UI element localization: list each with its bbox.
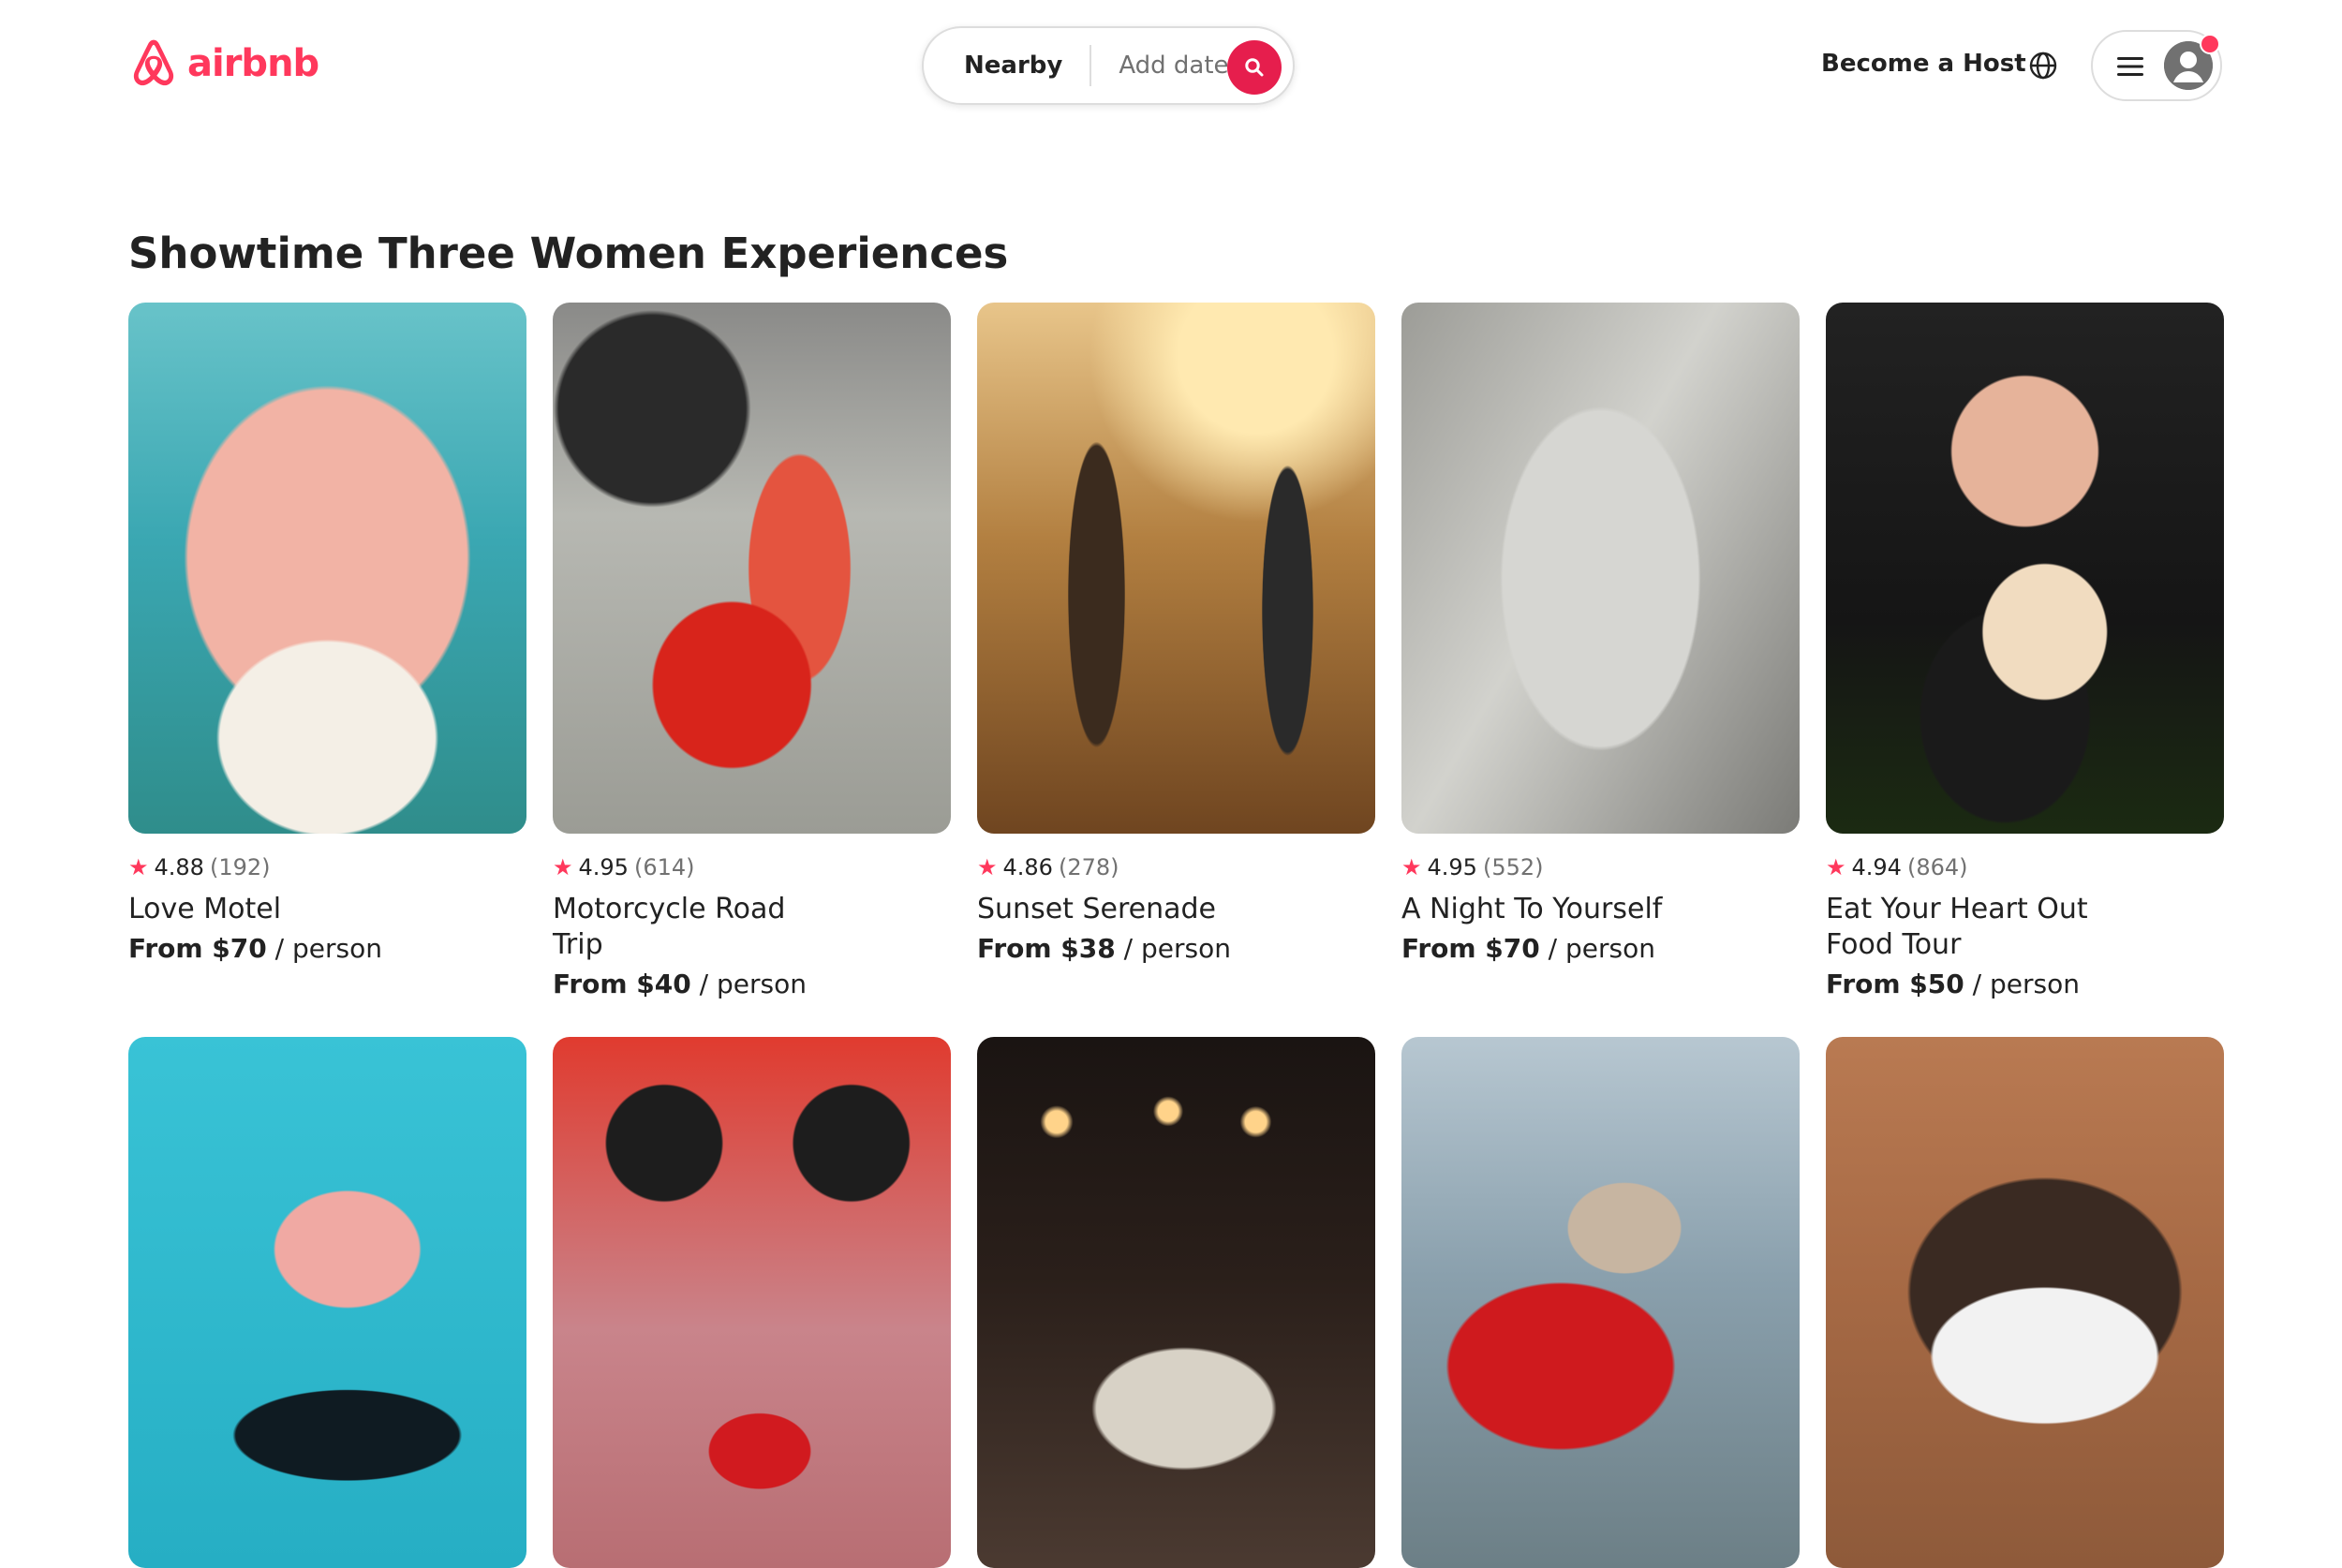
experience-price: From $70 / person: [1401, 933, 1800, 964]
experience-image[interactable]: [1401, 303, 1800, 834]
experience-card[interactable]: ★ 4.95 (614) Motorcycle Road Trip From $…: [553, 303, 951, 999]
experiences-grid: ★ 4.88 (192) Love Motel From $70 / perso…: [128, 303, 2224, 1568]
experience-image[interactable]: [977, 303, 1375, 834]
experience-image[interactable]: [553, 1037, 951, 1568]
star-icon: ★: [553, 854, 573, 880]
experience-price: From $70 / person: [128, 933, 526, 964]
experience-image[interactable]: [977, 1037, 1375, 1568]
experience-rating: ★ 4.94 (864): [1826, 854, 2224, 880]
experience-card[interactable]: [1401, 1037, 1800, 1568]
search-divider: [1089, 45, 1092, 86]
experience-card[interactable]: ★ 4.88 (192) Love Motel From $70 / perso…: [128, 303, 526, 999]
experience-image[interactable]: [1826, 303, 2224, 834]
search-button[interactable]: [1227, 40, 1282, 95]
experience-title[interactable]: Love Motel: [128, 892, 409, 927]
search-icon: [1245, 58, 1264, 77]
experience-card[interactable]: ★ 4.95 (552) A Night To Yourself From $7…: [1401, 303, 1800, 999]
price-amount: From $70: [1401, 933, 1540, 964]
rating-value: 4.95: [578, 854, 629, 880]
search-date[interactable]: Add date: [1119, 52, 1228, 80]
search-location[interactable]: Nearby: [964, 52, 1062, 80]
experience-image[interactable]: [128, 1037, 526, 1568]
experience-title[interactable]: A Night To Yourself: [1401, 892, 1682, 927]
price-amount: From $70: [128, 933, 267, 964]
experience-card[interactable]: ★ 4.86 (278) Sunset Serenade From $38 / …: [977, 303, 1375, 999]
menu-icon: [2117, 57, 2143, 76]
experience-title[interactable]: Motorcycle Road Trip: [553, 892, 834, 963]
review-count: (864): [1906, 854, 1968, 880]
price-unit: / person: [1123, 933, 1231, 964]
price-unit: / person: [274, 933, 382, 964]
header: airbnb Nearby Add date Become a Host: [0, 0, 2342, 131]
rating-value: 4.94: [1851, 854, 1902, 880]
airbnb-wordmark: airbnb: [187, 42, 319, 85]
notification-dot: [2200, 34, 2220, 54]
experience-card[interactable]: ★ 4.94 (864) Eat Your Heart Out Food Tou…: [1826, 303, 2224, 999]
experience-price: From $38 / person: [977, 933, 1375, 964]
star-icon: ★: [1401, 854, 1422, 880]
star-icon: ★: [1826, 854, 1846, 880]
star-icon: ★: [128, 854, 149, 880]
experience-rating: ★ 4.86 (278): [977, 854, 1375, 880]
experience-image[interactable]: [1401, 1037, 1800, 1568]
experience-image[interactable]: [1826, 1037, 2224, 1568]
review-count: (192): [209, 854, 271, 880]
search-bar[interactable]: Nearby Add date: [922, 26, 1295, 105]
experience-card[interactable]: [128, 1037, 526, 1568]
section-title: Showtime Three Women Experiences: [128, 229, 1009, 278]
experience-card[interactable]: [977, 1037, 1375, 1568]
experience-title[interactable]: Sunset Serenade: [977, 892, 1258, 927]
price-unit: / person: [1972, 969, 2080, 999]
price-amount: From $40: [553, 969, 691, 999]
review-count: (614): [633, 854, 695, 880]
become-host-link[interactable]: Become a Host: [1821, 50, 2026, 78]
experience-card[interactable]: [1826, 1037, 2224, 1568]
experience-image[interactable]: [553, 303, 951, 834]
price-amount: From $50: [1826, 969, 1964, 999]
experience-image[interactable]: [128, 303, 526, 834]
review-count: (278): [1058, 854, 1119, 880]
price-amount: From $38: [977, 933, 1116, 964]
experience-price: From $40 / person: [553, 969, 951, 999]
review-count: (552): [1482, 854, 1544, 880]
experience-title[interactable]: Eat Your Heart Out Food Tour: [1826, 892, 2107, 963]
experience-card[interactable]: [553, 1037, 951, 1568]
price-unit: / person: [1548, 933, 1655, 964]
airbnb-logo[interactable]: airbnb: [127, 36, 319, 92]
experience-rating: ★ 4.95 (614): [553, 854, 951, 880]
experience-rating: ★ 4.95 (552): [1401, 854, 1800, 880]
rating-value: 4.88: [154, 854, 204, 880]
globe-icon[interactable]: [2028, 51, 2058, 81]
experience-price: From $50 / person: [1826, 969, 2224, 999]
experience-rating: ★ 4.88 (192): [128, 854, 526, 880]
rating-value: 4.86: [1002, 854, 1053, 880]
price-unit: / person: [699, 969, 807, 999]
star-icon: ★: [977, 854, 998, 880]
rating-value: 4.95: [1427, 854, 1477, 880]
airbnb-logo-icon: [133, 39, 174, 86]
